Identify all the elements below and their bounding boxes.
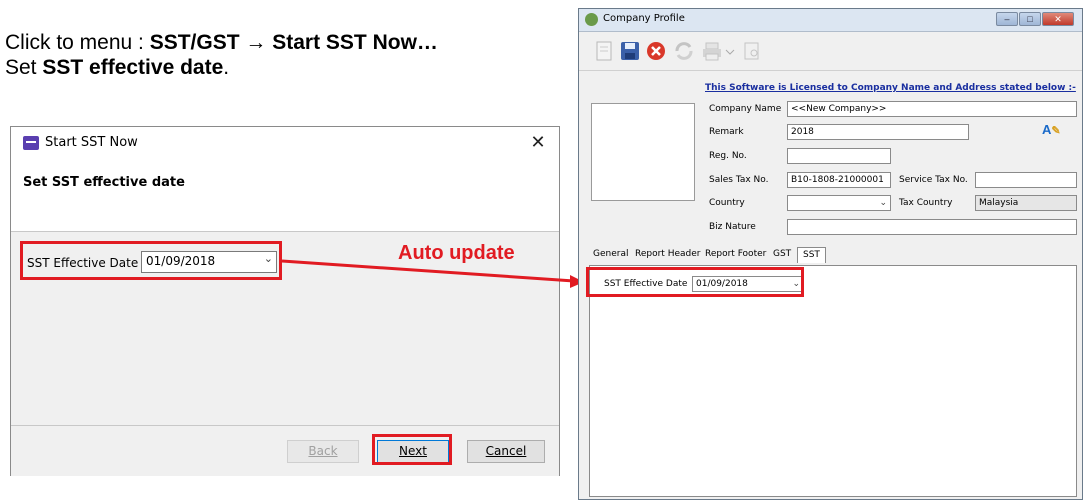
country-select[interactable]: ⌄ — [787, 195, 891, 211]
highlight-date-field — [20, 241, 282, 280]
font-icon[interactable]: A✎ — [1042, 122, 1061, 137]
sst-tab-panel: SST Effective Date 01/09/2018 ⌄ — [589, 265, 1077, 497]
close-icon[interactable]: ✕ — [525, 130, 551, 154]
print-icon[interactable] — [701, 40, 723, 62]
license-text[interactable]: This Software is Licensed to Company Nam… — [705, 83, 1076, 93]
reg-no-input[interactable] — [787, 148, 891, 164]
preview-icon[interactable] — [741, 40, 763, 62]
refresh-icon[interactable] — [673, 40, 695, 62]
tab-general[interactable]: General — [593, 249, 628, 259]
maximize-button[interactable]: □ — [1019, 12, 1041, 26]
service-tax-no-label: Service Tax No. — [899, 175, 968, 185]
instruction-line-1: Click to menu : SST/GST → Start SST Now… — [5, 30, 438, 55]
app-icon — [585, 13, 598, 26]
chevron-down-icon[interactable]: ⌄ — [879, 196, 887, 210]
dialog-header: Set SST effective date — [11, 159, 559, 232]
instruction-prefix-2: Set — [5, 56, 43, 79]
cp-toolbar — [579, 32, 1082, 71]
biz-nature-input[interactable] — [787, 219, 1077, 235]
minimize-button[interactable]: – — [996, 12, 1018, 26]
country-label: Country — [709, 198, 745, 208]
save-icon[interactable] — [619, 40, 641, 62]
tab-sst[interactable]: SST — [797, 247, 826, 263]
company-name-input[interactable]: <<New Company>> — [787, 101, 1077, 117]
new-icon[interactable] — [593, 40, 615, 62]
cp-title: Company Profile — [603, 13, 685, 24]
company-profile-window: Company Profile – □ ✕ This Software is L… — [578, 8, 1083, 500]
tab-report-footer[interactable]: Report Footer — [705, 249, 766, 259]
remark-label: Remark — [709, 127, 744, 137]
close-button[interactable]: ✕ — [1042, 12, 1074, 26]
reg-no-label: Reg. No. — [709, 151, 747, 161]
instruction-suffix-2: . — [223, 56, 230, 79]
dialog-heading: Set SST effective date — [23, 175, 185, 190]
dialog-footer: Back Next Cancel — [11, 425, 559, 476]
highlight-sst-panel-field — [586, 267, 804, 297]
company-logo-box[interactable] — [591, 103, 695, 201]
remark-input[interactable]: 2018 — [787, 124, 969, 140]
cp-titlebar: Company Profile – □ ✕ — [579, 9, 1082, 32]
start-sst-dialog: Start SST Now ✕ Set SST effective date S… — [10, 126, 560, 476]
highlight-next-button — [372, 434, 452, 465]
instruction-menu-path: SST/GST → Start SST Now… — [149, 31, 438, 54]
tax-country-input[interactable]: Malaysia — [975, 195, 1077, 211]
dialog-titlebar: Start SST Now ✕ — [11, 127, 559, 159]
biz-nature-label: Biz Nature — [709, 222, 756, 232]
company-name-label: Company Name — [709, 104, 782, 114]
cancel-icon[interactable] — [645, 40, 667, 62]
back-button[interactable]: Back — [287, 440, 359, 463]
instruction-line-2: Set SST effective date. — [5, 55, 438, 80]
chevron-down-icon[interactable] — [725, 40, 735, 62]
sales-tax-no-input[interactable]: B10-1808-21000001 — [787, 172, 891, 188]
instruction-prefix: Click to menu : — [5, 31, 150, 54]
tab-gst[interactable]: GST — [773, 249, 791, 259]
dialog-title: Start SST Now — [45, 135, 138, 150]
tax-country-label: Tax Country — [899, 198, 953, 208]
instruction-text: Click to menu : SST/GST → Start SST Now…… — [5, 30, 438, 80]
cancel-button[interactable]: Cancel — [467, 440, 545, 463]
sales-tax-no-label: Sales Tax No. — [709, 175, 769, 185]
tab-report-header[interactable]: Report Header — [635, 249, 700, 259]
auto-update-label: Auto update — [398, 242, 515, 264]
service-tax-no-input[interactable] — [975, 172, 1077, 188]
app-icon — [23, 136, 39, 150]
instruction-bold-2: SST effective date — [42, 56, 224, 79]
